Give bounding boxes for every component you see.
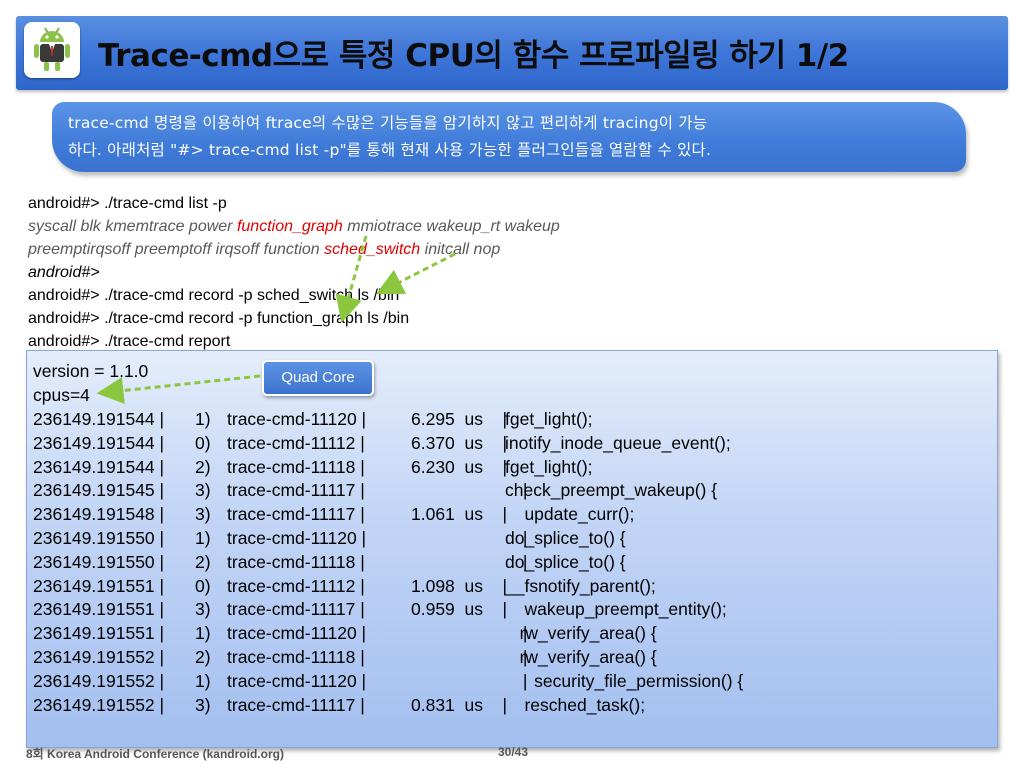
report-function: rw_verify_area() { xyxy=(505,647,657,667)
report-function: rw_verify_area() { xyxy=(505,623,657,644)
report-timestamp: 236149.191550 | xyxy=(33,528,165,548)
report-timestamp: 236149.191545 | xyxy=(33,480,165,501)
report-cpus: cpus=4 xyxy=(33,385,90,405)
report-process: trace-cmd-11117 | xyxy=(227,599,365,620)
report-cpu: 2) xyxy=(195,551,211,572)
report-cpu: 0) xyxy=(195,575,211,596)
quad-core-badge: Quad Core xyxy=(262,360,374,396)
report-timestamp: 236149.191552 | xyxy=(33,670,165,691)
report-cpu: 2) xyxy=(195,647,211,667)
report-process: trace-cmd-11117 | xyxy=(227,694,365,715)
report-timestamp: 236149.191544 | xyxy=(33,409,165,429)
report-process: trace-cmd-11120 | xyxy=(227,623,367,644)
record-graph-command: android#> ./trace-cmd record -p function… xyxy=(28,310,410,327)
report-process: trace-cmd-11120 | xyxy=(227,409,367,429)
plugin-list-line-2: preemptirqsoff preemptoff irqsoff functi… xyxy=(28,238,500,261)
report-function: update_curr(); xyxy=(505,504,635,525)
slide-title: Trace-cmd으로 특정 CPU의 함수 프로파일링 하기 1/2 xyxy=(98,38,849,74)
footer-conference: 8회 Korea Android Conference (kandroid.or… xyxy=(26,747,284,761)
report-cpu: 1) xyxy=(195,623,211,644)
report-process: trace-cmd-11112 | xyxy=(227,432,365,453)
report-function: check_preempt_wakeup() { xyxy=(505,480,718,501)
report-function: fget_light(); xyxy=(505,456,593,477)
description-line-2: 하다. 아래처럼 "#> trace-cmd list -p"를 통해 현재 사… xyxy=(68,141,712,159)
report-timestamp: 236149.191552 | xyxy=(33,647,165,667)
report-function: security_file_permission() { xyxy=(505,670,744,691)
report-cpu: 0) xyxy=(195,432,211,453)
description-banner: trace-cmd 명령을 이용하여 ftrace의 수많은 기능들을 암기하지… xyxy=(52,102,966,172)
report-cpu: 2) xyxy=(195,456,211,477)
report-duration: 1.098 us | xyxy=(411,575,507,596)
description-line-1: trace-cmd 명령을 이용하여 ftrace의 수많은 기능들을 암기하지… xyxy=(68,114,708,132)
report-process: trace-cmd-11117 | xyxy=(227,480,365,501)
report-timestamp: 236149.191551 | xyxy=(33,599,165,620)
report-output-panel: version = 1.1.0 cpus=4 236149.191544 | 1)… xyxy=(26,350,998,748)
report-duration: 6.295 us | xyxy=(411,409,507,429)
plugin-text: syscall blk kmemtrace power xyxy=(28,218,237,235)
android-robot-icon xyxy=(24,22,80,78)
report-timestamp: 236149.191552 | xyxy=(33,694,165,715)
plugin-text: mmiotrace wakeup_rt wakeup xyxy=(347,218,560,235)
report-duration: 0.831 us | xyxy=(411,694,507,715)
report-process: trace-cmd-11117 | xyxy=(227,504,365,525)
plugin-sched-switch: sched_switch xyxy=(324,241,421,258)
report-cpu: 3) xyxy=(195,599,211,620)
report-duration: 6.370 us | xyxy=(411,432,507,453)
report-timestamp: 236149.191551 | xyxy=(33,623,165,644)
report-cpu: 3) xyxy=(195,694,211,715)
report-duration: 6.230 us | xyxy=(411,456,507,477)
report-timestamp: 236149.191544 | xyxy=(33,456,165,477)
report-cpu: 3) xyxy=(195,480,211,501)
report-function: inotify_inode_queue_event(); xyxy=(505,432,731,453)
plugin-list-line-1: syscall blk kmemtrace power function_gra… xyxy=(28,215,560,238)
report-cpu: 1) xyxy=(195,670,211,691)
plugin-text: initcall nop xyxy=(420,241,501,258)
report-duration: 0.959 us | xyxy=(411,599,507,620)
report-function: do_splice_to() { xyxy=(505,551,626,572)
report-timestamp: 236149.191544 | xyxy=(33,432,165,453)
report-cpu: 1) xyxy=(195,528,211,548)
report-process: trace-cmd-11118 | xyxy=(227,647,365,667)
report-timestamp: 236149.191551 | xyxy=(33,575,165,596)
report-timestamp: 236149.191550 | xyxy=(33,551,165,572)
plugin-text: preemptirqsoff preemptoff irqsoff functi… xyxy=(28,241,325,258)
report-function: fget_light(); xyxy=(505,409,593,429)
report-version: version = 1.1.0 xyxy=(33,361,149,381)
shell-prompt: android#> xyxy=(28,264,100,281)
report-timestamp: 236149.191548 | xyxy=(33,504,165,525)
report-cpu: 1) xyxy=(195,409,211,429)
report-duration: 1.061 us | xyxy=(411,504,507,525)
report-function: resched_task(); xyxy=(505,694,646,715)
report-process: trace-cmd-11112 | xyxy=(227,575,365,596)
report-cpu: 3) xyxy=(195,504,211,525)
list-command: android#> ./trace-cmd list -p xyxy=(28,195,227,212)
record-sched-command: android#> ./trace-cmd record -p sched_sw… xyxy=(28,287,400,304)
page-number: 30/43 xyxy=(498,745,529,759)
report-process: trace-cmd-11118 | xyxy=(227,551,365,572)
report-function: __fsnotify_parent(); xyxy=(505,575,656,596)
report-process: trace-cmd-11120 | xyxy=(227,528,367,548)
plugin-function-graph: function_graph xyxy=(236,218,348,235)
report-function: do_splice_to() { xyxy=(505,528,626,548)
report-process: trace-cmd-11120 | xyxy=(227,670,367,691)
report-process: trace-cmd-11118 | xyxy=(227,456,365,477)
report-function: wakeup_preempt_entity(); xyxy=(505,599,727,620)
